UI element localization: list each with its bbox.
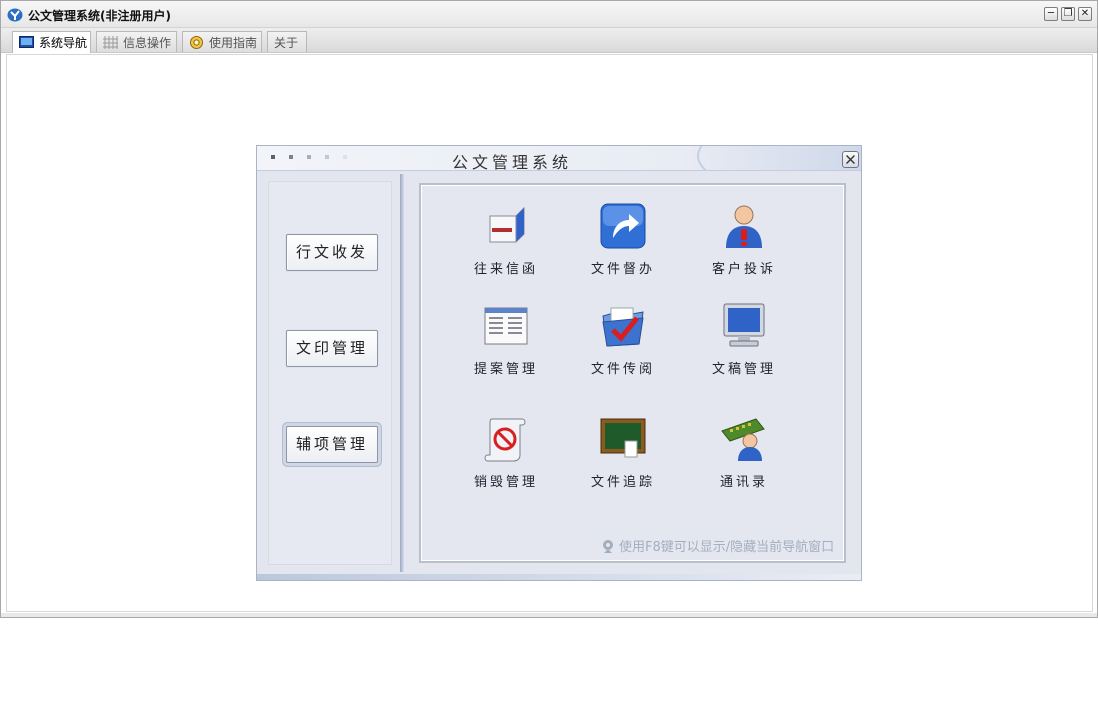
item-address-book[interactable]: 通讯录 [694, 415, 794, 495]
grid-icon [103, 35, 118, 49]
window-title: 公文管理系统(非注册用户) [28, 9, 171, 23]
tab-info-operation[interactable]: 信息操作 [96, 31, 177, 52]
lifebuoy-icon [190, 35, 203, 49]
close-button[interactable]: ✕ [1078, 7, 1092, 21]
folder-check-icon [602, 307, 644, 347]
header-dot [343, 155, 347, 159]
app-window: 公文管理系统(非注册用户) ─ ❐ ✕ 系统导航 信息操作 使用指南 关于 公文… [0, 0, 1098, 618]
side-button-document-dispatch[interactable]: 行文收发 [286, 234, 378, 271]
tab-system-navigation[interactable]: 系统导航 [12, 31, 91, 53]
panel-separator [400, 174, 404, 572]
restore-button[interactable]: ❐ [1061, 7, 1075, 21]
item-document-supervision[interactable]: 文件督办 [573, 202, 673, 282]
hint-text: 使用F8键可以显示/隐藏当前导航窗口 [619, 540, 835, 555]
item-label: 文件传阅 [590, 362, 655, 377]
header-wave-decoration [697, 146, 861, 170]
tab-label: 使用指南 [209, 35, 258, 50]
header-dot [325, 155, 329, 159]
side-button-auxiliary-management[interactable]: 辅项管理 [286, 426, 378, 463]
tab-label: 关于 [274, 35, 299, 50]
tab-strip: 系统导航 信息操作 使用指南 关于 [1, 28, 1097, 53]
item-manuscript-management[interactable]: 文稿管理 [694, 302, 794, 382]
monitor-icon [19, 36, 34, 48]
side-button-print-management[interactable]: 文印管理 [286, 330, 378, 367]
minimize-button[interactable]: ─ [1044, 7, 1058, 21]
item-document-circulation[interactable]: 文件传阅 [573, 302, 673, 382]
status-strip [1, 613, 1097, 617]
navigation-title: 公文管理系统 [452, 153, 573, 171]
function-panel: 往来信函 文件督办 客户投诉 提案管理 文件传阅 文稿管理 销毁管理 文件追踪 … [419, 183, 846, 563]
gear-person-icon [603, 539, 613, 553]
close-icon[interactable] [842, 151, 859, 168]
document-list-icon [484, 307, 528, 345]
tab-label: 系统导航 [39, 36, 88, 50]
navigation-header[interactable]: 公文管理系统 [257, 146, 861, 171]
item-label: 销毁管理 [473, 475, 538, 490]
item-destruction-management[interactable]: 销毁管理 [456, 415, 556, 495]
hint-text-row: 使用F8键可以显示/隐藏当前导航窗口 [601, 536, 834, 555]
computer-monitor-icon [723, 303, 765, 347]
tab-about[interactable]: 关于 [267, 31, 307, 52]
title-bar: 公文管理系统(非注册用户) ─ ❐ ✕ [1, 1, 1097, 28]
side-panel: 行文收发 文印管理 辅项管理 [268, 181, 392, 565]
scroll-prohibited-icon [484, 418, 526, 462]
chalkboard-icon [600, 418, 646, 458]
header-dot [307, 155, 311, 159]
navigation-window: 公文管理系统 行文收发 文印管理 辅项管理 往来信函 文件督办 客户投诉 提案管… [256, 145, 862, 581]
item-customer-complaint[interactable]: 客户投诉 [694, 202, 794, 282]
item-label: 通讯录 [719, 475, 768, 490]
item-correspondence[interactable]: 往来信函 [456, 202, 556, 282]
item-label: 文件督办 [590, 262, 655, 277]
item-label: 文稿管理 [711, 362, 776, 377]
app-logo-icon [7, 8, 23, 22]
tab-label: 信息操作 [123, 35, 172, 50]
person-alert-icon [726, 205, 762, 248]
item-proposal-management[interactable]: 提案管理 [456, 302, 556, 382]
item-label: 客户投诉 [711, 262, 776, 277]
header-dot [289, 155, 293, 159]
item-label: 提案管理 [473, 362, 538, 377]
item-document-tracking[interactable]: 文件追踪 [573, 415, 673, 495]
item-label: 往来信函 [473, 262, 538, 277]
contacts-card-icon [721, 418, 765, 461]
header-dot [271, 155, 275, 159]
navigation-footer [257, 574, 861, 580]
forward-arrow-icon [600, 203, 646, 249]
item-label: 文件追踪 [590, 475, 655, 490]
letter-box-icon [489, 206, 525, 243]
tab-user-guide[interactable]: 使用指南 [182, 31, 262, 52]
